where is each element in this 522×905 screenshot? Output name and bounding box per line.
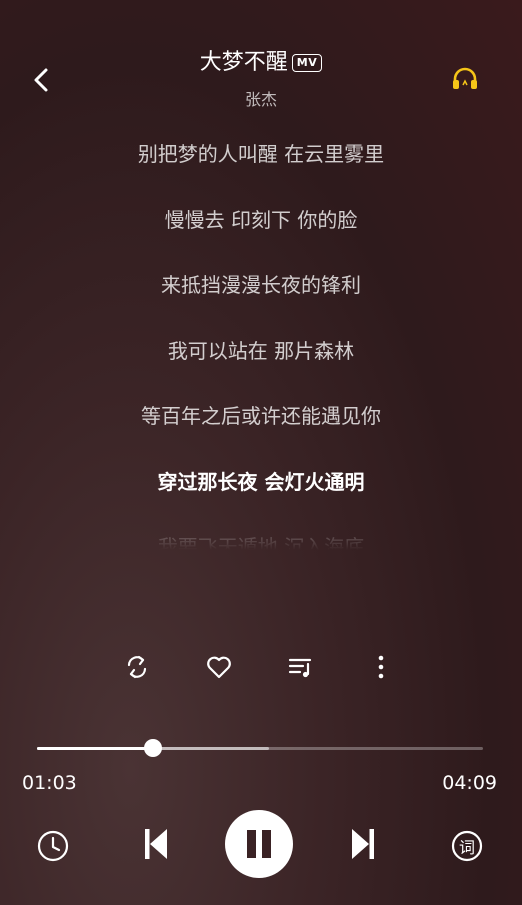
- skip-previous-icon: [145, 829, 167, 859]
- mv-badge[interactable]: MV: [291, 54, 323, 72]
- lyric-line[interactable]: 来抵挡漫漫长夜的锋利: [0, 269, 522, 298]
- skip-next-icon: [352, 829, 374, 859]
- pause-icon: [247, 830, 271, 858]
- progress-played: [37, 747, 153, 750]
- lyric-line-active[interactable]: 穿过那长夜 会灯火通明: [0, 466, 522, 495]
- current-time: 01:03: [22, 772, 77, 794]
- sleep-timer-button[interactable]: [33, 826, 73, 866]
- repeat-button[interactable]: [117, 647, 157, 687]
- more-vertical-icon: [378, 655, 384, 679]
- clock-icon: [37, 830, 69, 862]
- lyrics-panel[interactable]: 别把梦的人叫醒 在云里雾里 慢慢去 印刻下 你的脸 来抵挡漫漫长夜的锋利 我可以站在 …: [0, 132, 522, 550]
- lyric-line[interactable]: 我可以站在 那片森林: [0, 335, 522, 364]
- headset-button[interactable]: [450, 64, 480, 94]
- progress-bar[interactable]: [37, 739, 483, 757]
- playlist-button[interactable]: [281, 647, 321, 687]
- repeat-icon: [127, 655, 147, 679]
- lyric-line[interactable]: 慢慢去 印刻下 你的脸: [0, 204, 522, 233]
- next-button[interactable]: [344, 824, 384, 864]
- more-button[interactable]: [361, 647, 401, 687]
- lyrics-toggle-button[interactable]: 词: [447, 826, 487, 866]
- play-pause-button[interactable]: [225, 810, 293, 878]
- title-bar: 大梦不醒 MV: [0, 48, 522, 78]
- lyric-line[interactable]: 我要飞天遁地 沉入海底: [0, 531, 522, 550]
- artist-name[interactable]: 张杰: [0, 86, 522, 110]
- playlist-icon: [288, 658, 312, 678]
- headphones-icon: [453, 67, 477, 89]
- song-title: 大梦不醒: [199, 50, 288, 75]
- like-button[interactable]: [199, 647, 239, 687]
- heart-icon: [207, 656, 231, 679]
- total-time: 04:09: [442, 772, 497, 794]
- lyric-line[interactable]: 别把梦的人叫醒 在云里雾里: [0, 138, 522, 167]
- progress-thumb[interactable]: [143, 739, 162, 757]
- lyric-line[interactable]: 等百年之后或许还能遇见你: [0, 400, 522, 429]
- previous-button[interactable]: [135, 824, 175, 864]
- lyrics-toggle-label: 词: [458, 838, 475, 857]
